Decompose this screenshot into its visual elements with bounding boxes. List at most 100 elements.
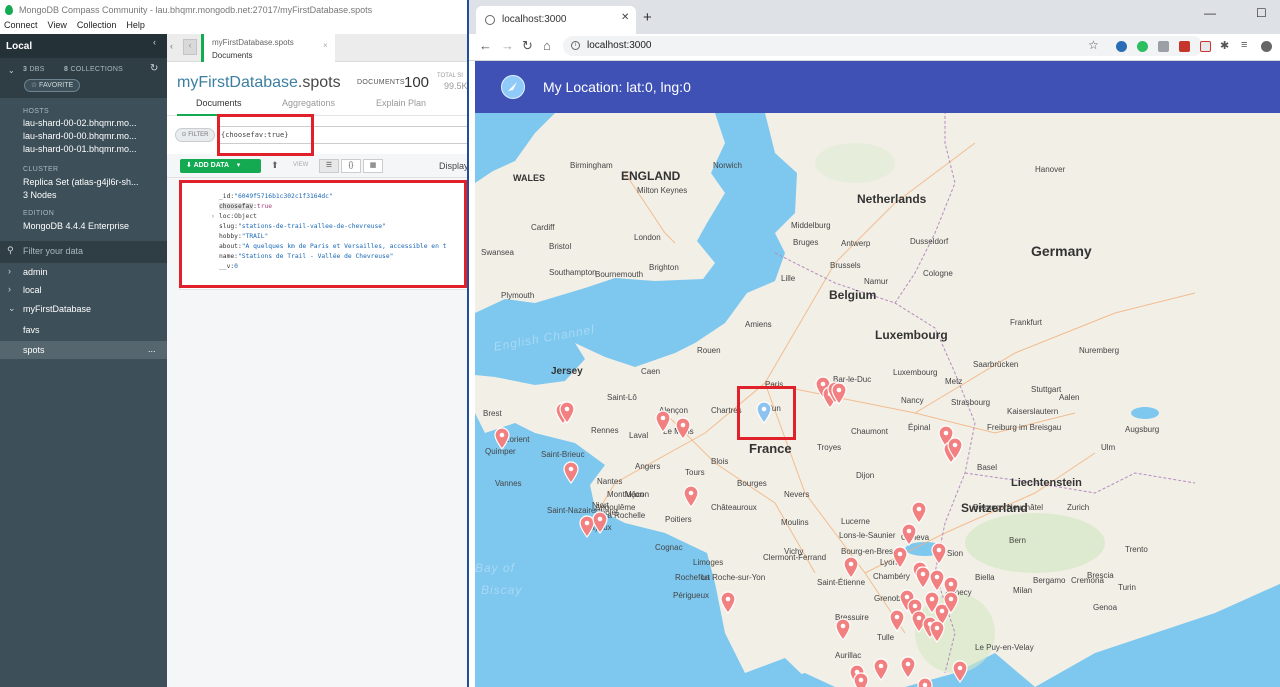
reading-list-icon[interactable]: ≡: [1241, 39, 1247, 51]
map-city-label: Tours: [685, 468, 705, 477]
map-city-label: Aurillac: [835, 651, 862, 660]
menu-collection[interactable]: Collection: [77, 20, 117, 30]
favorite-button[interactable]: ☆ FAVORITE: [24, 79, 80, 92]
cluster-heading: CLUSTER: [23, 166, 59, 173]
back-icon[interactable]: ‹: [170, 41, 173, 51]
sidebar-coll-favs[interactable]: favs: [0, 321, 167, 339]
menu-view[interactable]: View: [48, 20, 67, 30]
home-icon[interactable]: ⌂: [543, 38, 551, 53]
tab-spots[interactable]: myFirstDatabase.spots Documents ×: [201, 34, 335, 62]
chevron-right-icon: ›: [8, 284, 11, 294]
map-city-label: Châteauroux: [711, 503, 757, 512]
refresh-icon[interactable]: ↻: [150, 63, 158, 74]
sidebar-db-admin[interactable]: › admin: [0, 263, 167, 281]
filter-data-input[interactable]: ⚲ Filter your data: [0, 241, 167, 263]
info-icon[interactable]: i: [571, 41, 580, 50]
tab-documents[interactable]: Documents: [196, 98, 242, 108]
back-icon[interactable]: ←: [479, 38, 492, 53]
shield-icon[interactable]: [1158, 41, 1169, 52]
compass-icon[interactable]: [501, 75, 525, 99]
new-tab-icon[interactable]: +: [643, 9, 652, 26]
spot-marker[interactable]: [853, 672, 869, 687]
more-icon[interactable]: ...: [148, 344, 156, 354]
browser-tab[interactable]: localhost:3000: [476, 6, 636, 34]
extension-icon[interactable]: [1179, 41, 1190, 52]
map[interactable]: ENGLAND WALES Netherlands Germany Belgiu…: [475, 113, 1280, 687]
spot-marker[interactable]: [655, 410, 671, 433]
spot-marker[interactable]: [873, 658, 889, 681]
cluster-value: Replica Set (atlas-g4jl6r-sh...: [23, 177, 139, 187]
spot-marker[interactable]: [952, 660, 968, 683]
menu-connect[interactable]: Connect: [4, 20, 38, 30]
map-label: Belgium: [829, 288, 877, 302]
map-city-label: Milan: [1013, 586, 1033, 595]
collapse-sidebar-icon[interactable]: ‹: [153, 37, 156, 47]
extension-icon[interactable]: [1200, 41, 1211, 52]
close-tab-icon[interactable]: ✕: [621, 12, 629, 23]
add-data-button[interactable]: ⬇ ADD DATA ▾: [180, 159, 261, 173]
spot-marker[interactable]: [831, 382, 847, 405]
extension-icon[interactable]: [1116, 41, 1127, 52]
spot-marker[interactable]: [900, 656, 916, 679]
json-view-button[interactable]: {}: [341, 159, 361, 173]
spot-marker[interactable]: [947, 437, 963, 460]
map-city-label: Brest: [483, 409, 502, 418]
map-city-label: Freiburg im Breisgau: [987, 423, 1062, 432]
browser-window: localhost:3000 ✕ + — ☐ ← → ↻ ⌂ i localho…: [467, 0, 1280, 687]
spot-marker[interactable]: [720, 591, 736, 614]
spot-marker[interactable]: [563, 461, 579, 484]
map-city-label: Trento: [1125, 545, 1148, 554]
spot-marker[interactable]: [835, 618, 851, 641]
map-city-label: Bruges: [793, 238, 819, 247]
spot-marker[interactable]: [901, 523, 917, 546]
view-label: VIEW: [293, 162, 309, 168]
map-city-label: Nancy: [901, 396, 924, 405]
map-city-label: Cardiff: [531, 223, 555, 232]
export-icon[interactable]: ⬆: [271, 160, 279, 171]
filter-button[interactable]: ⊙ FILTER: [175, 128, 215, 142]
sidebar-coll-spots[interactable]: spots...: [0, 341, 167, 359]
address-bar: ← → ↻ ⌂ i localhost:3000 ☆ ✱ ≡: [469, 34, 1280, 61]
close-tab-icon[interactable]: ×: [323, 41, 328, 50]
nav-back-button[interactable]: ‹: [183, 39, 197, 55]
browser-tabstrip: localhost:3000 ✕ + — ☐: [469, 0, 1280, 34]
spot-marker[interactable]: [843, 556, 859, 579]
spot-marker[interactable]: [683, 485, 699, 508]
table-view-button[interactable]: ▦: [363, 159, 383, 173]
chevron-down-icon: ⌄: [8, 303, 16, 313]
sidebar-db-local[interactable]: › local: [0, 281, 167, 299]
spot-marker[interactable]: [889, 609, 905, 632]
spot-marker[interactable]: [892, 546, 908, 569]
chevron-down-icon[interactable]: ⌄: [8, 66, 15, 75]
evernote-icon[interactable]: [1137, 41, 1148, 52]
forward-icon[interactable]: →: [501, 38, 514, 53]
minimize-icon[interactable]: —: [1204, 6, 1216, 20]
map-city-label: Milton Keynes: [637, 186, 688, 195]
spot-marker[interactable]: [931, 542, 947, 565]
highlight-filter-box: [217, 114, 314, 156]
spot-marker[interactable]: [943, 591, 959, 614]
spot-marker[interactable]: [494, 427, 510, 450]
menu-help[interactable]: Help: [126, 20, 145, 30]
puzzle-icon[interactable]: ✱: [1220, 39, 1229, 52]
reload-icon[interactable]: ↻: [522, 38, 533, 54]
tab-explain-plan[interactable]: Explain Plan: [376, 98, 426, 108]
documents-count: 100: [404, 74, 430, 91]
map-city-label: Kaiserslautern: [1007, 407, 1059, 416]
spot-marker[interactable]: [559, 401, 575, 424]
bookmark-star-icon[interactable]: ☆: [1088, 38, 1099, 52]
spot-marker[interactable]: [911, 501, 927, 524]
spot-marker[interactable]: [929, 620, 945, 643]
sidebar-title: Local: [0, 34, 167, 58]
map-city-label: Limoges: [693, 558, 724, 567]
spot-marker[interactable]: [592, 511, 608, 534]
spot-marker[interactable]: [917, 677, 933, 687]
spot-marker[interactable]: [675, 417, 691, 440]
sidebar-db-myfirstdatabase[interactable]: ⌄ myFirstDatabase: [0, 300, 167, 318]
map-city-label: Bristol: [549, 242, 572, 251]
list-view-button[interactable]: ☰: [319, 159, 339, 173]
maximize-icon[interactable]: ☐: [1256, 6, 1267, 20]
url-input[interactable]: i localhost:3000: [563, 36, 1203, 56]
profile-icon[interactable]: [1261, 41, 1272, 52]
tab-aggregations[interactable]: Aggregations: [282, 98, 335, 108]
